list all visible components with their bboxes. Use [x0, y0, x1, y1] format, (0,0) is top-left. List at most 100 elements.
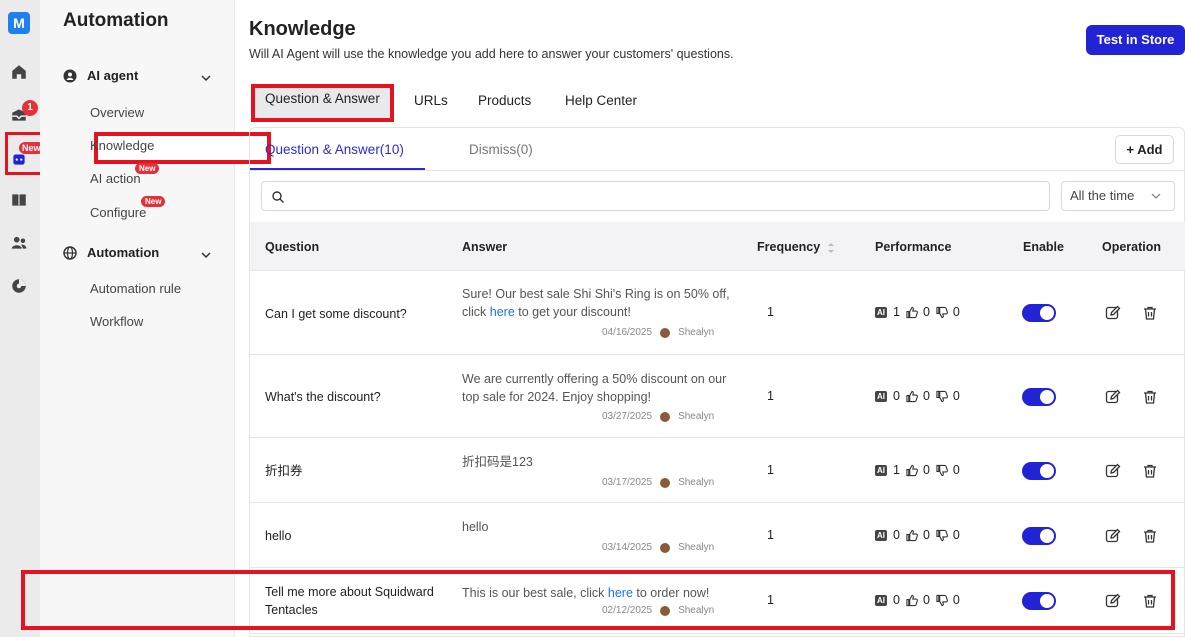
sidebar-title: Automation [63, 10, 169, 31]
frequency-value: 1 [767, 528, 774, 542]
avatar [660, 327, 671, 338]
search-box[interactable] [261, 181, 1050, 211]
chevron-down-icon[interactable] [200, 249, 212, 261]
question-text: Can I get some discount? [265, 307, 407, 321]
chevron-down-icon[interactable] [200, 72, 212, 84]
sort-icon[interactable] [827, 241, 835, 255]
sidebar-item-ai-action[interactable]: AI action [90, 171, 141, 186]
answer-meta: 04/16/2025 Shealyn [602, 327, 714, 338]
answer-text: Sure! Our best sale Shi Shi's Ring is on… [462, 285, 732, 321]
add-button[interactable]: + Add [1115, 135, 1174, 164]
delete-icon[interactable] [1142, 389, 1158, 405]
notification-badge: 1 [22, 100, 38, 116]
answer-date: 03/14/2025 [602, 542, 653, 553]
page-subtitle: Will AI Agent will use the knowledge you… [249, 47, 734, 61]
chevron-down-icon [1151, 193, 1161, 199]
delete-icon[interactable] [1142, 305, 1158, 321]
edit-icon[interactable] [1105, 305, 1121, 321]
sidebar-group-ai-agent[interactable]: AI agent [63, 68, 138, 83]
thumbs-up-icon [906, 529, 918, 541]
ai-icon: AI [875, 306, 887, 318]
thumbs-down-icon [936, 529, 948, 541]
time-filter-value: All the time [1070, 188, 1135, 203]
subtab-question-answer[interactable]: Question & Answer(10) [265, 142, 404, 157]
search-icon [272, 191, 284, 203]
answer-text: hello [462, 518, 732, 536]
highlight-box [21, 570, 1175, 630]
edit-icon[interactable] [1105, 463, 1121, 479]
answer-date: 03/27/2025 [602, 411, 653, 422]
ai-icon: AI [875, 390, 887, 402]
frequency-value: 1 [767, 463, 774, 477]
tab-products[interactable]: Products [478, 86, 531, 122]
toggle-knob [1040, 306, 1054, 320]
performance: AI 0 0 0 [875, 528, 966, 542]
book-icon[interactable] [10, 191, 28, 209]
ai-count: 0 [893, 528, 900, 542]
question-text: What's the discount? [265, 390, 381, 404]
thumbs-up-count: 0 [922, 528, 930, 542]
frequency-value: 1 [767, 389, 774, 403]
answer-meta: 03/27/2025 Shealyn [602, 411, 714, 422]
thumbs-up-count: 0 [922, 389, 930, 403]
column-header: Performance [875, 240, 952, 254]
active-tab-underline [250, 168, 425, 170]
tab-help-center[interactable]: Help Center [565, 86, 637, 122]
enable-toggle[interactable] [1022, 527, 1056, 545]
edit-icon[interactable] [1105, 389, 1121, 405]
table-row: What's the discount? We are currently off… [250, 355, 1185, 438]
thumbs-up-icon [906, 464, 918, 476]
thumbs-up-count: 0 [922, 463, 930, 477]
ai-count: 0 [893, 389, 900, 403]
tab-urls[interactable]: URLs [414, 86, 448, 122]
subtab-dismiss[interactable]: Dismiss(0) [469, 142, 533, 157]
edit-icon[interactable] [1105, 528, 1121, 544]
answer-author: Shealyn [678, 542, 715, 553]
thumbs-down-icon [936, 306, 948, 318]
question-text: hello [265, 529, 292, 543]
enable-toggle[interactable] [1022, 304, 1056, 322]
sidebar-item-configure[interactable]: Configure [90, 205, 146, 220]
answer-link[interactable]: here [490, 305, 515, 319]
answer-author: Shealyn [678, 477, 715, 488]
ai-count: 1 [893, 305, 900, 319]
thumbs-up-icon [906, 306, 918, 318]
delete-icon[interactable] [1142, 528, 1158, 544]
users-icon[interactable] [10, 234, 28, 252]
test-in-store-button[interactable]: Test in Store [1086, 25, 1185, 55]
enable-toggle[interactable] [1022, 462, 1056, 480]
answer-author: Shealyn [678, 327, 715, 338]
sidebar-group-automation[interactable]: Automation [63, 245, 159, 260]
answer-text-part: 折扣码是123 [462, 455, 533, 469]
answer-author: Shealyn [678, 411, 715, 422]
home-icon[interactable] [10, 63, 28, 81]
tab-question-answer[interactable]: Question & Answer [251, 84, 394, 122]
thumbs-down-icon [936, 390, 948, 402]
performance: AI 0 0 0 [875, 389, 966, 403]
avatar [660, 542, 671, 553]
performance: AI 1 0 0 [875, 463, 966, 477]
column-header[interactable]: Frequency [757, 240, 820, 254]
sidebar-item-automation-rule[interactable]: Automation rule [90, 281, 181, 296]
chart-pie-icon[interactable] [10, 277, 28, 295]
delete-icon[interactable] [1142, 463, 1158, 479]
enable-toggle[interactable] [1022, 388, 1056, 406]
table-row: hello hello 03/14/2025 Shealyn 1 AI 0 0 0 [250, 503, 1185, 568]
thumbs-down-count: 0 [952, 463, 960, 477]
column-header: Operation [1102, 240, 1162, 254]
sub-tabs: Question & Answer(10) Dismiss(0) + Add [250, 128, 1185, 171]
table-header: Question Answer Frequency Performance En… [250, 222, 1185, 271]
ai-icon: AI [875, 464, 887, 476]
sidebar-item-knowledge[interactable]: Knowledge [90, 138, 154, 153]
answer-text-part: to get your discount! [514, 305, 631, 319]
time-filter-select[interactable]: All the time [1061, 181, 1175, 211]
avatar [660, 477, 671, 488]
app-logo[interactable]: M [8, 12, 30, 34]
icon-rail: M 1 New [0, 0, 48, 637]
ai-icon: AI [875, 529, 887, 541]
question-text: 折扣券 [265, 464, 303, 478]
sidebar-item-overview[interactable]: Overview [90, 105, 144, 120]
search-input[interactable] [292, 186, 1032, 206]
answer-text: We are currently offering a 50% discount… [462, 370, 732, 406]
sidebar-item-workflow[interactable]: Workflow [90, 314, 143, 329]
